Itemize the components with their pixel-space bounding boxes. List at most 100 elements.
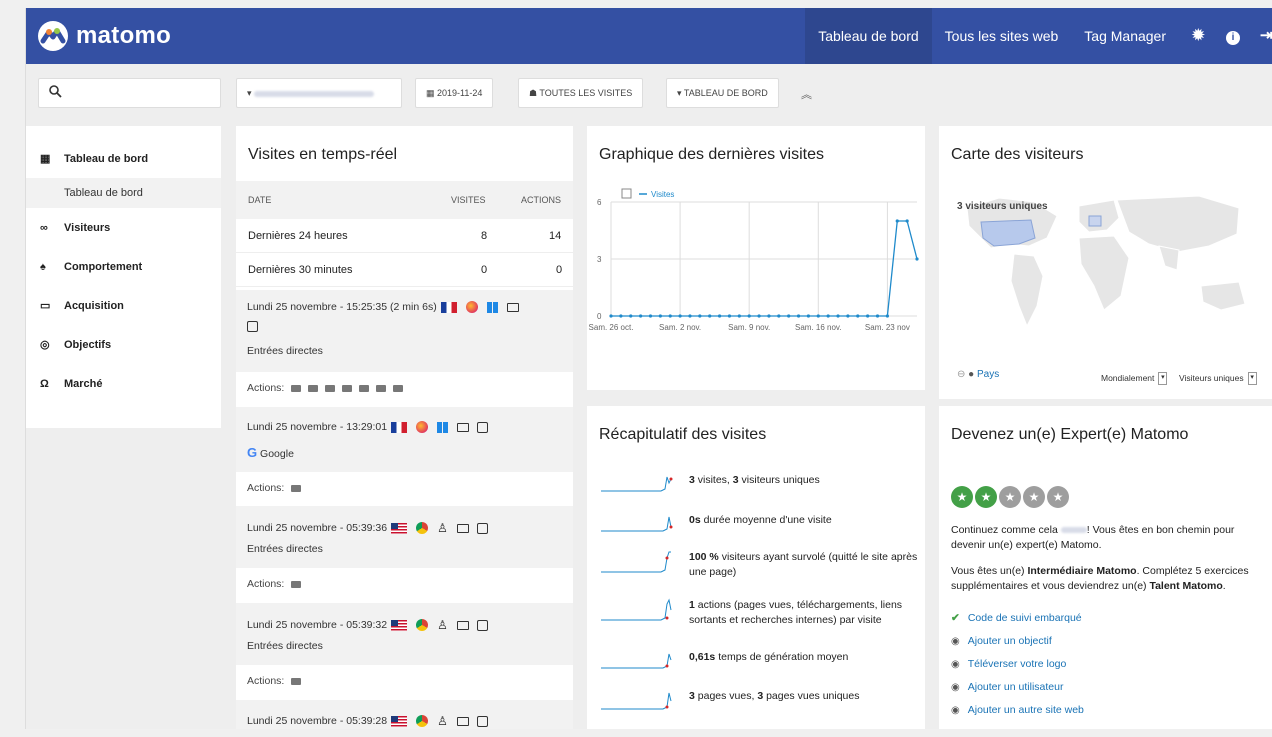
folder-icon[interactable] [291, 484, 302, 492]
sparkline [601, 692, 672, 710]
widget-title: Visites en temps-réel [248, 146, 398, 163]
desktop-icon [456, 523, 469, 533]
legend-label: Visites [651, 190, 674, 199]
eye-icon: ◉ [951, 705, 960, 716]
visitor-profile-icon[interactable] [476, 522, 488, 534]
usa-flag-icon [391, 619, 408, 631]
visit-source: Entrées directes [247, 345, 323, 357]
sidebar-item-behaviour[interactable]: ♠ Comportement [26, 247, 221, 286]
data-point [668, 314, 672, 318]
task-tracking-code[interactable]: ✔ Code de suivi embarqué [951, 612, 1082, 624]
gear-icon[interactable]: ✹ [1179, 8, 1213, 64]
sidebar-subitem-dashboard[interactable]: Tableau de bord [26, 178, 221, 208]
chrome-icon [416, 715, 429, 727]
nav-all-websites[interactable]: Tous les sites web [932, 8, 1072, 64]
folder-icon[interactable] [393, 384, 404, 392]
country-link[interactable]: Pays [977, 369, 999, 380]
data-point [658, 314, 662, 318]
segment-selector[interactable]: ☗ TOUTES LES VISITES [518, 78, 644, 108]
sidebar-item-acquisition[interactable]: ▭ Acquisition [26, 286, 221, 325]
matomo-logo[interactable]: matomo [38, 21, 171, 51]
headset-icon: Ω [40, 377, 49, 390]
google-icon: G [247, 445, 258, 460]
data-point [875, 314, 880, 318]
top-bar: matomo Tableau de bord Tous les sites we… [26, 8, 1272, 64]
data-point [648, 314, 653, 318]
zoom-out-icon[interactable]: ⊖ [957, 369, 965, 380]
data-point [796, 314, 801, 318]
sidebar-item-dashboard[interactable]: ▦ Tableau de bord [26, 139, 221, 178]
search-input[interactable] [38, 78, 221, 108]
eye-icon: ◉ [951, 659, 960, 670]
visitor-map-widget: Carte des visiteurs 3 visiteurs uniques … [939, 126, 1272, 399]
sidebar-item-visitors[interactable]: ∞ Visiteurs [26, 208, 221, 247]
visitor-profile-icon[interactable] [476, 715, 488, 727]
checkmark-icon: ✔ [951, 612, 960, 624]
map-zoom-controls[interactable]: ⊖ ● Pays [957, 369, 999, 380]
folder-icon[interactable] [376, 384, 387, 392]
x-tick-label: Sam. 16 nov. [795, 323, 842, 332]
sparkline [601, 653, 672, 669]
folder-icon[interactable] [325, 384, 336, 392]
folder-icon[interactable] [308, 384, 319, 392]
date-selector[interactable]: ▦ 2019-11-24 [415, 78, 494, 108]
widget-title: Récapitulatif des visites [599, 426, 767, 443]
data-point [717, 314, 722, 318]
collapse-icon[interactable]: ︽ [801, 86, 812, 102]
data-point [885, 314, 889, 318]
nav-dashboard[interactable]: Tableau de bord [805, 8, 932, 64]
metric-select[interactable]: Visiteurs uniques ▾ [1179, 372, 1257, 385]
chrome-icon [416, 619, 429, 631]
tour-message: Continuez comme cela ! Vous êtes en bon … [951, 524, 1235, 551]
visit-item[interactable]: Lundi 25 novembre - 13:29:01 G Google [236, 407, 573, 472]
sparkline [601, 598, 672, 621]
eye-icon: ◉ [951, 636, 960, 647]
info-icon[interactable]: i [1213, 8, 1247, 64]
firefox-icon [465, 301, 478, 314]
globe-icon: ● [968, 369, 975, 380]
data-point [767, 314, 771, 318]
task-add-website[interactable]: ◉ Ajouter un autre site web [951, 704, 1084, 716]
table-row: Dernières 30 minutes 0 0 [236, 253, 573, 287]
site-selector[interactable]: ▾ [236, 78, 402, 108]
desktop-icon [456, 716, 469, 726]
data-point [866, 314, 870, 318]
visit-item[interactable]: Lundi 25 novembre - 05:39:28 ♙ [236, 700, 573, 729]
usa-flag-icon [391, 715, 408, 727]
folder-icon[interactable] [359, 384, 370, 392]
folder-icon[interactable] [291, 384, 302, 392]
progress-stars: ★ ★ ★ ★ ★ [951, 486, 1069, 508]
visitor-profile-icon[interactable] [247, 320, 258, 332]
target-icon: ◎ [40, 339, 50, 351]
bell-icon: ♠ [40, 260, 46, 273]
region-select[interactable]: Mondialement ▾ [1101, 372, 1168, 385]
widget-title: Carte des visiteurs [951, 146, 1084, 163]
windows-icon [437, 421, 449, 433]
visit-item[interactable]: Lundi 25 novembre - 05:39:36 ♙ Entrées di… [236, 506, 573, 568]
task-upload-logo[interactable]: ◉ Téléverser votre logo [951, 658, 1066, 670]
x-tick-label: Sam. 26 oct. [589, 323, 634, 332]
visitor-profile-icon[interactable] [476, 619, 488, 631]
realtime-widget: Visites en temps-réel DATE VISITES ACTIO… [236, 126, 573, 729]
sidebar-item-goals[interactable]: ◎ Objectifs [26, 325, 221, 364]
desktop-icon [456, 620, 469, 630]
chevron-down-icon: ▾ [1158, 372, 1168, 385]
nav-tag-manager[interactable]: Tag Manager [1071, 8, 1179, 64]
usa-flag-icon [391, 522, 408, 534]
visit-item[interactable]: Lundi 25 novembre - 05:39:32 ♙ Entrées di… [236, 603, 573, 665]
tour-widget: Devenez un(e) Expert(e) Matomo ★ ★ ★ ★ ★ Con… [939, 406, 1272, 729]
data-point [727, 314, 732, 318]
visitor-profile-icon[interactable] [477, 421, 489, 433]
x-tick-label: Sam. 23 nov [865, 323, 910, 332]
folder-icon[interactable] [342, 384, 353, 392]
visits-line-chart[interactable]: Visites 0 3 6 Sam. 26 oct. Sam. 2 nov. Sam. 9 … [587, 184, 925, 384]
folder-icon[interactable] [291, 580, 302, 588]
task-add-user[interactable]: ◉ Ajouter un utilisateur [951, 681, 1063, 693]
dashboard-selector[interactable]: ▾ TABLEAU DE BORD [666, 78, 779, 108]
logout-icon[interactable]: ⇥ [1247, 8, 1272, 64]
visit-item[interactable]: Lundi 25 novembre - 15:25:35 (2 min 6s) … [236, 290, 573, 372]
visit-actions: Actions: [236, 665, 573, 698]
sidebar-item-market[interactable]: Ω Marché [26, 364, 221, 403]
folder-icon[interactable] [291, 677, 302, 685]
task-add-goal[interactable]: ◉ Ajouter un objectif [951, 635, 1052, 647]
